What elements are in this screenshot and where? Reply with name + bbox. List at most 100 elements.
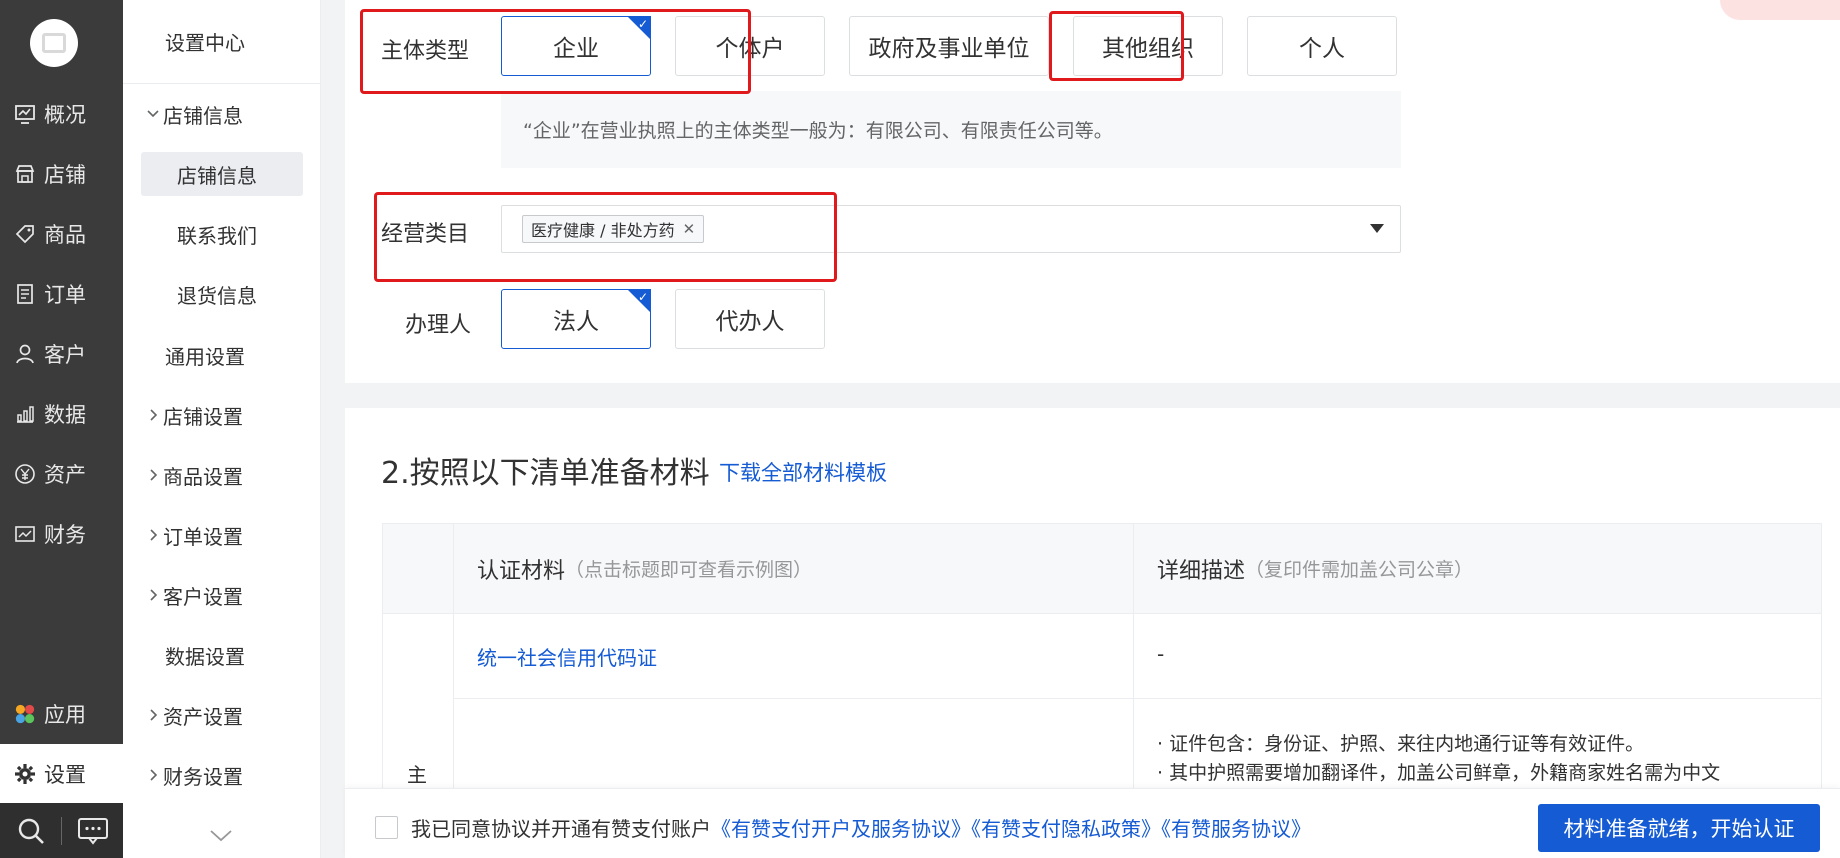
sidebar-item-general[interactable]: 通用设置: [123, 333, 321, 377]
agreement-text: 我已同意协议并开通有赞支付账户《有赞支付开户及服务协议》《有赞支付隐私政策》《有…: [411, 813, 1311, 842]
sidebar-item-label: 资产设置: [163, 704, 243, 729]
agreement-prefix: 我已同意协议并开通有赞支付账户: [411, 817, 711, 841]
sidebar-item-label: 联系我们: [177, 223, 257, 248]
sidebar-group-store-settings[interactable]: 店铺设置: [123, 393, 321, 437]
nav-item-goods[interactable]: 商品: [0, 204, 123, 264]
subject-option-person[interactable]: 个人: [1247, 16, 1397, 76]
table-header-material: 认证材料 （点击标题即可查看示例图）: [453, 524, 1133, 614]
sidebar-item-label: 通用设置: [165, 344, 245, 369]
apps-icon: [14, 703, 36, 725]
option-label: 法人: [553, 309, 599, 335]
material-description: -: [1157, 642, 1165, 666]
order-icon: [14, 283, 36, 305]
sidebar-item-label: 店铺设置: [163, 404, 243, 429]
nav-item-customers[interactable]: 客户: [0, 324, 123, 384]
chat-icon: [77, 817, 108, 845]
sidebar-item-contact[interactable]: 联系我们: [123, 212, 321, 256]
sidebar-group-order-settings[interactable]: 订单设置: [123, 513, 321, 557]
sidebar-item-label: 退货信息: [177, 283, 257, 308]
header-subtitle: （复印件需加盖公司公章）: [1245, 559, 1474, 581]
check-icon: ✓: [637, 17, 648, 31]
close-icon[interactable]: ✕: [683, 220, 696, 238]
sidebar-group-goods-settings[interactable]: 商品设置: [123, 453, 321, 497]
subject-option-government[interactable]: 政府及事业单位: [849, 16, 1049, 76]
category-select[interactable]: 医疗健康 / 非处方药 ✕: [501, 205, 1401, 253]
nav-label: 概况: [44, 103, 86, 127]
user-icon: [14, 343, 36, 365]
handler-option-agent[interactable]: 代办人: [675, 289, 825, 349]
nav-label: 财务: [44, 523, 86, 547]
option-label: 政府及事业单位: [868, 36, 1030, 62]
table-header-description: 详细描述 （复印件需加盖公司公章）: [1133, 524, 1821, 614]
caret-down-icon[interactable]: [1370, 224, 1384, 233]
material-description: · 证件包含：身份证、护照、来往内地通行证等有效证件。: [1157, 733, 1645, 755]
material-description: · 其中护照需要增加翻译件，加盖公司鲜章，外籍商家姓名需为中文: [1157, 762, 1721, 784]
decorative-illustration: [1720, 0, 1840, 20]
sidebar-item-store-info[interactable]: 店铺信息: [141, 152, 303, 196]
agreement-link-account[interactable]: 《有赞支付开户及服务协议》: [711, 817, 971, 841]
sidebar-group-customer-settings[interactable]: 客户设置: [123, 573, 321, 617]
search-button[interactable]: [0, 803, 61, 858]
sidebar-item-label: 店铺信息: [163, 103, 243, 128]
material-link-credit-code[interactable]: 统一社会信用代码证: [477, 642, 657, 671]
sidebar-item-label: 客户设置: [163, 584, 243, 609]
table-row-group-label: 主: [407, 763, 427, 787]
nav-item-overview[interactable]: 概况: [0, 84, 123, 144]
agreement-link-service[interactable]: 《有赞服务协议》: [1161, 817, 1311, 841]
nav-label: 客户: [44, 343, 86, 367]
chevron-right-icon: [143, 768, 163, 782]
option-label: 其他组织: [1102, 36, 1194, 62]
chevron-right-icon: [143, 588, 163, 602]
sidebar-title: 设置中心: [123, 0, 321, 84]
handler-label: 办理人: [405, 313, 472, 338]
start-verification-button[interactable]: 材料准备就绪，开始认证: [1538, 804, 1820, 852]
materials-section-title: 2.按照以下清单准备材料: [381, 456, 710, 491]
footer-bar: 我已同意协议并开通有赞支付账户《有赞支付开户及服务协议》《有赞支付隐私政策》《有…: [345, 788, 1840, 858]
sidebar-group-asset-settings[interactable]: 资产设置: [123, 693, 321, 737]
agreement-link-privacy[interactable]: 《有赞支付隐私政策》: [971, 817, 1161, 841]
sidebar-group-finance-settings[interactable]: 财务设置: [123, 753, 321, 797]
store-icon: [14, 163, 36, 185]
scroll-more-chevron-icon[interactable]: [209, 828, 233, 847]
chevron-right-icon: [143, 708, 163, 722]
handler-option-legal-rep[interactable]: 法人 ✓: [501, 289, 651, 349]
nav-item-assets[interactable]: 资产: [0, 444, 123, 504]
nav-item-apps[interactable]: 应用: [0, 684, 123, 744]
nav-item-finance[interactable]: 财务: [0, 504, 123, 564]
finance-icon: [14, 523, 36, 545]
nav-label: 设置: [44, 763, 86, 787]
option-label: 企业: [553, 36, 599, 62]
nav-label: 商品: [44, 223, 86, 247]
subject-option-individual-business[interactable]: 个体户: [675, 16, 825, 76]
tag-icon: [14, 223, 36, 245]
nav-label: 资产: [44, 463, 86, 487]
nav-item-data[interactable]: 数据: [0, 384, 123, 444]
sidebar-item-label: 订单设置: [163, 524, 243, 549]
subject-option-other-org[interactable]: 其他组织: [1073, 16, 1223, 76]
agree-checkbox[interactable]: [375, 816, 398, 839]
nav-item-settings[interactable]: 设置: [0, 744, 123, 804]
subject-type-hint: “企业”在营业执照上的主体类型一般为：有限公司、有限责任公司等。: [501, 91, 1401, 168]
search-icon: [18, 818, 44, 844]
table-header-group: [383, 524, 453, 614]
sidebar-item-data-settings[interactable]: 数据设置: [123, 633, 321, 677]
subject-form-card: 主体类型 企业 ✓ 个体户 政府及事业单位 其他组织 个人 “企业”在营业执照上…: [345, 0, 1840, 383]
store-logo[interactable]: [30, 19, 78, 67]
option-label: 个人: [1299, 36, 1345, 62]
nav-item-store[interactable]: 店铺: [0, 144, 123, 204]
sidebar-item-label: 数据设置: [165, 644, 245, 669]
chevron-right-icon: [143, 408, 163, 422]
nav-label: 店铺: [44, 163, 86, 187]
subject-type-label: 主体类型: [381, 39, 470, 64]
sidebar-group-store-info[interactable]: 店铺信息: [123, 92, 321, 136]
sidebar-item-return[interactable]: 退货信息: [123, 272, 321, 316]
nav-item-orders[interactable]: 订单: [0, 264, 123, 324]
header-title: 详细描述: [1157, 558, 1246, 584]
download-templates-link[interactable]: 下载全部材料模板: [719, 457, 887, 487]
check-icon: ✓: [637, 290, 648, 304]
subject-option-enterprise[interactable]: 企业 ✓: [501, 16, 651, 76]
overview-icon: [14, 103, 36, 125]
message-button[interactable]: [62, 803, 123, 858]
nav-bottom-bar: [0, 803, 123, 858]
sidebar-item-label: 商品设置: [163, 464, 243, 489]
